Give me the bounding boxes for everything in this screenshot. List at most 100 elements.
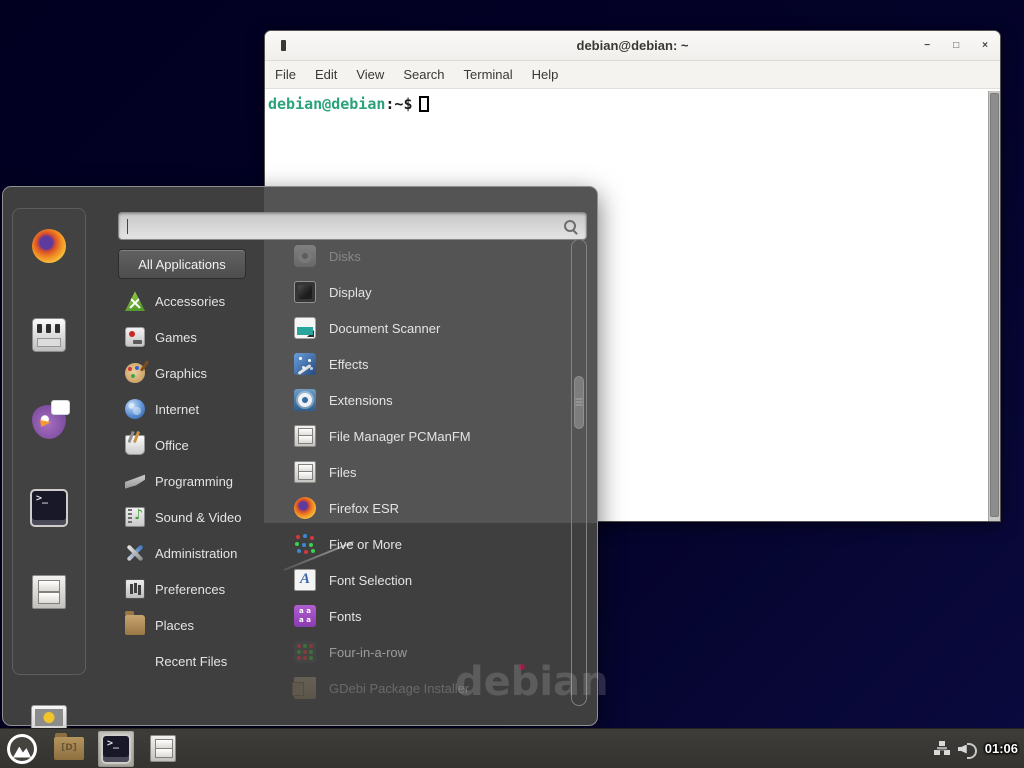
menu-logo-icon [7, 734, 37, 764]
app-label: Effects [329, 357, 369, 372]
prompt-suffix: :~$ [385, 95, 412, 113]
category-office[interactable]: Office [118, 427, 270, 463]
files-icon [294, 461, 316, 483]
app-firefox-esr[interactable]: Firefox ESR [294, 490, 572, 526]
terminal-scrollbar-thumb[interactable] [990, 93, 999, 517]
terminal-cursor [419, 96, 429, 112]
file-manager-icon [294, 425, 316, 447]
app-four-in-a-row[interactable]: Four-in-a-row [294, 634, 572, 670]
favorite-file-cabinet-icon[interactable] [32, 575, 66, 609]
app-label: Display [329, 285, 372, 300]
category-label: Recent Files [155, 654, 227, 669]
terminal-scrollbar[interactable] [988, 91, 1000, 521]
category-sound-video[interactable]: Sound & Video [118, 499, 270, 535]
application-list: Disks Display Document Scanner Effects Exten… [294, 238, 572, 706]
app-display[interactable]: Display [294, 274, 572, 310]
category-label: Preferences [155, 582, 225, 597]
menu-search-bar[interactable] [118, 212, 587, 240]
app-disks[interactable]: Disks [294, 238, 572, 274]
window-icon [281, 40, 286, 51]
category-places[interactable]: Places [118, 607, 270, 643]
app-gdebi-package-installer[interactable]: GDebi Package Installer [294, 670, 572, 706]
category-label: Administration [155, 546, 237, 561]
menubar-view[interactable]: View [356, 67, 384, 82]
app-effects[interactable]: Effects [294, 346, 572, 382]
taskbar-menu-logo-button[interactable] [4, 731, 40, 767]
prompt-user: debian@debian [268, 95, 385, 113]
category-recent-files[interactable]: Recent Files [118, 643, 270, 679]
extensions-icon [294, 389, 316, 411]
menu-scrollbar[interactable] [571, 239, 587, 706]
app-file-manager-pcmanfm[interactable]: File Manager PCManFM [294, 418, 572, 454]
applications-menu: All Applications Accessories Games Graphic… [2, 186, 598, 726]
taskbar: 01:06 [0, 728, 1024, 768]
app-fonts[interactable]: Fonts [294, 598, 572, 634]
all-applications-button[interactable]: All Applications [118, 249, 246, 279]
desktop: debian@debian: ~ − □ × File Edit View Search T… [0, 0, 1024, 768]
minimize-button[interactable]: − [924, 41, 930, 51]
favorite-lock-screen-icon[interactable] [31, 705, 67, 730]
favorite-firefox-icon[interactable] [32, 229, 66, 263]
app-label: File Manager PCManFM [329, 429, 471, 444]
category-list: Accessories Games Graphics Internet Office Pr… [118, 283, 270, 679]
favorite-terminal-icon[interactable] [32, 491, 66, 525]
taskbar-terminal-button[interactable] [98, 731, 134, 767]
close-button[interactable]: × [982, 41, 988, 51]
programming-icon [125, 471, 145, 491]
category-accessories[interactable]: Accessories [118, 283, 270, 319]
category-administration[interactable]: Administration [118, 535, 270, 571]
favorite-control-center-icon[interactable] [32, 318, 66, 352]
search-icon [563, 219, 578, 234]
app-label: Document Scanner [329, 321, 440, 336]
effects-icon [294, 353, 316, 375]
app-files[interactable]: Files [294, 454, 572, 490]
menubar-edit[interactable]: Edit [315, 67, 337, 82]
taskbar-folder-button[interactable] [51, 731, 87, 767]
taskbar-files-button[interactable] [145, 731, 181, 767]
document-scanner-icon [294, 317, 316, 339]
category-label: Games [155, 330, 197, 345]
graphics-icon [125, 363, 145, 383]
search-caret [127, 219, 128, 234]
terminal-menubar: File Edit View Search Terminal Help [265, 61, 1000, 89]
search-input[interactable] [130, 219, 563, 234]
files-icon [150, 735, 176, 762]
administration-icon [125, 543, 145, 563]
app-font-selection[interactable]: Font Selection [294, 562, 572, 598]
category-label: Accessories [155, 294, 225, 309]
terminal-titlebar[interactable]: debian@debian: ~ − □ × [265, 31, 1000, 61]
taskbar-tray: 01:06 [934, 741, 1024, 757]
network-icon[interactable] [934, 741, 950, 756]
window-title: debian@debian: ~ [577, 38, 689, 53]
category-games[interactable]: Games [118, 319, 270, 355]
menubar-search[interactable]: Search [403, 67, 444, 82]
favorite-pidgin-icon[interactable] [32, 405, 66, 439]
sound-video-icon [125, 507, 145, 527]
menubar-file[interactable]: File [275, 67, 296, 82]
terminal-icon [103, 736, 129, 762]
app-label: Fonts [329, 609, 362, 624]
app-label: Five or More [329, 537, 402, 552]
volume-icon[interactable] [958, 741, 977, 757]
app-five-or-more[interactable]: Five or More [294, 526, 572, 562]
category-label: Sound & Video [155, 510, 242, 525]
category-internet[interactable]: Internet [118, 391, 270, 427]
app-label: Firefox ESR [329, 501, 399, 516]
menubar-terminal[interactable]: Terminal [464, 67, 513, 82]
category-programming[interactable]: Programming [118, 463, 270, 499]
category-label: Programming [155, 474, 233, 489]
menu-scrollbar-thumb[interactable] [574, 376, 584, 429]
fonts-icon [294, 605, 316, 627]
five-or-more-icon [294, 533, 316, 555]
app-document-scanner[interactable]: Document Scanner [294, 310, 572, 346]
app-label: Files [329, 465, 356, 480]
games-icon [125, 327, 145, 347]
app-label: Four-in-a-row [329, 645, 407, 660]
maximize-button[interactable]: □ [953, 41, 959, 51]
app-extensions[interactable]: Extensions [294, 382, 572, 418]
category-label: Internet [155, 402, 199, 417]
category-graphics[interactable]: Graphics [118, 355, 270, 391]
category-preferences[interactable]: Preferences [118, 571, 270, 607]
menubar-help[interactable]: Help [532, 67, 559, 82]
clock[interactable]: 01:06 [985, 741, 1018, 756]
